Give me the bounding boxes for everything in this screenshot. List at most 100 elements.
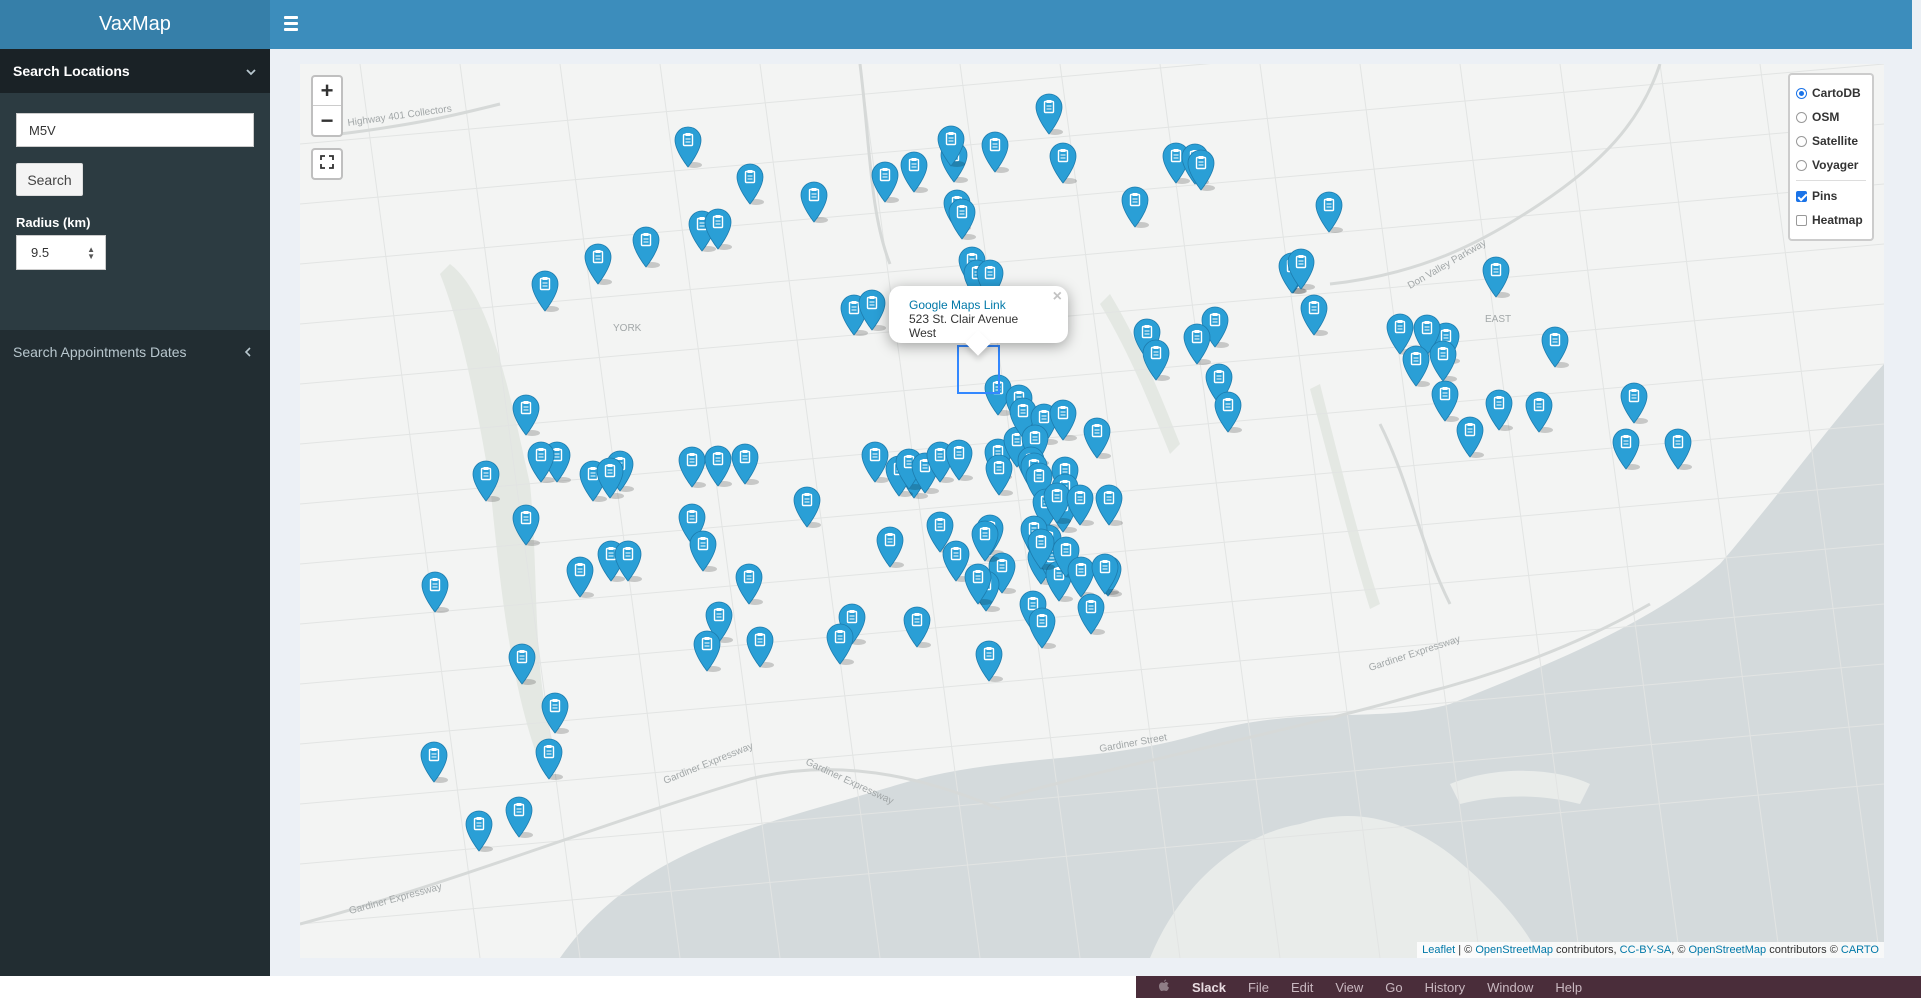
map-pin[interactable] [505, 796, 533, 838]
postal-code-input[interactable] [16, 113, 254, 147]
brand-logo[interactable]: VaxMap [0, 0, 270, 49]
layer-option-cartodb[interactable]: CartoDB [1796, 81, 1866, 105]
map-pin[interactable] [1083, 417, 1111, 459]
menu-window[interactable]: Window [1487, 980, 1533, 995]
map-pin[interactable] [541, 692, 569, 734]
map-pin[interactable] [472, 460, 500, 502]
map-pin[interactable] [527, 441, 555, 483]
map-pin[interactable] [1482, 256, 1510, 298]
map-pin[interactable] [1035, 93, 1063, 135]
map-pin[interactable] [584, 243, 612, 285]
map-pin[interactable] [793, 486, 821, 528]
map-pin[interactable] [1077, 593, 1105, 635]
map-pin[interactable] [1612, 428, 1640, 470]
map[interactable]: Highway 401 Collectors YORK EAST Don Val… [300, 64, 1884, 958]
map-pin[interactable] [1049, 399, 1077, 441]
map-pin[interactable] [981, 131, 1009, 173]
map-pin[interactable] [876, 526, 904, 568]
radio-osm[interactable] [1796, 111, 1807, 123]
menu-view[interactable]: View [1335, 980, 1363, 995]
radius-input[interactable]: 9.5 ▲ ▼ [16, 235, 106, 270]
map-pin[interactable] [421, 571, 449, 613]
map-pin[interactable] [1049, 142, 1077, 184]
map-pin[interactable] [693, 630, 721, 672]
carto-link[interactable]: CARTO [1841, 944, 1879, 956]
map-pin[interactable] [704, 208, 732, 250]
spinner-arrows-icon[interactable]: ▲ ▼ [87, 245, 95, 260]
map-pin[interactable] [975, 640, 1003, 682]
map-pin[interactable] [1091, 553, 1119, 595]
map-pin[interactable] [512, 394, 540, 436]
map-pin[interactable] [1095, 484, 1123, 526]
zoom-in-button[interactable]: + [313, 77, 341, 106]
map-pin[interactable] [508, 643, 536, 685]
zoom-out-button[interactable]: − [313, 106, 341, 135]
map-pin[interactable] [985, 454, 1013, 496]
map-pin[interactable] [861, 441, 889, 483]
map-pin[interactable] [704, 445, 732, 487]
map-pin[interactable] [1485, 389, 1513, 431]
map-pin[interactable] [735, 563, 763, 605]
osm-link-2[interactable]: OpenStreetMap [1688, 944, 1766, 956]
radio-cartodb[interactable] [1796, 87, 1807, 99]
map-pin[interactable] [1142, 339, 1170, 381]
menu-edit[interactable]: Edit [1291, 980, 1313, 995]
map-pin[interactable] [945, 439, 973, 481]
menu-slack[interactable]: Slack [1192, 980, 1226, 995]
checkbox-pins[interactable] [1796, 190, 1807, 202]
map-pin[interactable] [614, 540, 642, 582]
map-pin[interactable] [800, 181, 828, 223]
map-pin[interactable] [596, 457, 624, 499]
search-appointments-dates-item[interactable]: Search Appointments Dates [0, 330, 270, 374]
overlay-option-pins[interactable]: Pins [1796, 184, 1866, 208]
layer-option-osm[interactable]: OSM [1796, 105, 1866, 129]
map-pin[interactable] [531, 270, 559, 312]
map-pin[interactable] [903, 606, 931, 648]
map-pin[interactable] [948, 198, 976, 240]
checkbox-heatmap[interactable] [1796, 214, 1807, 226]
menu-help[interactable]: Help [1555, 980, 1582, 995]
apple-icon[interactable] [1158, 979, 1170, 995]
map-pin[interactable] [731, 443, 759, 485]
map-pin[interactable] [674, 126, 702, 168]
map-pin[interactable] [632, 226, 660, 268]
map-pin[interactable] [1402, 345, 1430, 387]
menu-file[interactable]: File [1248, 980, 1269, 995]
map-pin[interactable] [1541, 326, 1569, 368]
map-pin[interactable] [1300, 294, 1328, 336]
overlay-option-heatmap[interactable]: Heatmap [1796, 208, 1866, 232]
layer-option-voyager[interactable]: Voyager [1796, 153, 1866, 177]
map-pin[interactable] [1315, 191, 1343, 233]
map-pin[interactable] [1028, 607, 1056, 649]
layer-option-satellite[interactable]: Satellite [1796, 129, 1866, 153]
map-pin[interactable] [1456, 416, 1484, 458]
radio-voyager[interactable] [1796, 159, 1807, 171]
map-pin[interactable] [465, 810, 493, 852]
sidebar-toggle-icon[interactable] [284, 14, 304, 34]
map-pin[interactable] [1121, 186, 1149, 228]
map-pin[interactable] [1429, 340, 1457, 382]
map-pin[interactable] [1214, 391, 1242, 433]
map-pin[interactable] [900, 151, 928, 193]
map-pin[interactable] [1183, 323, 1211, 365]
leaflet-link[interactable]: Leaflet [1422, 944, 1455, 956]
menu-go[interactable]: Go [1385, 980, 1402, 995]
map-pin[interactable] [746, 626, 774, 668]
ccbysa-link[interactable]: CC-BY-SA [1620, 944, 1672, 956]
map-pin[interactable] [1525, 391, 1553, 433]
map-pin[interactable] [678, 446, 706, 488]
popup-close-icon[interactable]: × [1053, 288, 1062, 306]
google-maps-link[interactable]: Google Maps Link [909, 298, 1048, 312]
menu-history[interactable]: History [1425, 980, 1465, 995]
map-pin[interactable] [535, 738, 563, 780]
map-pin[interactable] [512, 504, 540, 546]
map-pin[interactable] [1664, 428, 1692, 470]
radio-satellite[interactable] [1796, 135, 1807, 147]
map-pin[interactable] [1431, 380, 1459, 422]
map-pin[interactable] [858, 289, 886, 331]
map-pin[interactable] [689, 530, 717, 572]
search-button[interactable]: Search [16, 163, 83, 196]
search-locations-header[interactable]: Search Locations [0, 49, 270, 93]
map-pin[interactable] [1187, 149, 1215, 191]
map-pin[interactable] [566, 556, 594, 598]
